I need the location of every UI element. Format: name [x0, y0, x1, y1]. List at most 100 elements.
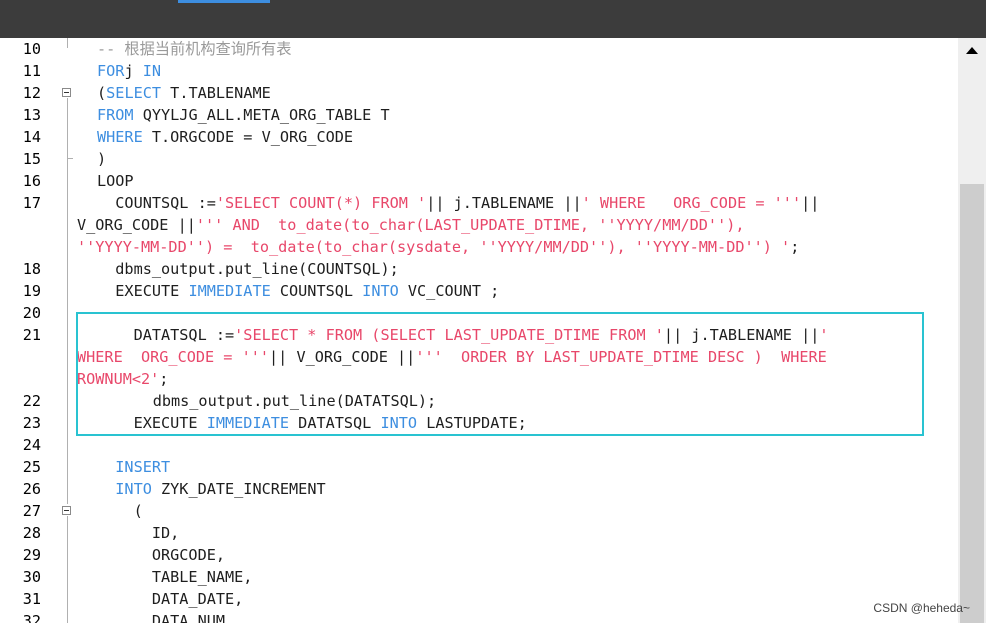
code-text: ORGCODE,: [97, 544, 225, 566]
code-line[interactable]: 17 COUNTSQL :='SELECT COUNT(*) FROM '|| …: [0, 192, 958, 214]
code-line[interactable]: 12 (SELECT T.TABLENAME: [0, 82, 958, 104]
code-line[interactable]: 11 FORj IN: [0, 60, 958, 82]
code-string: 'SELECT COUNT(*) FROM ': [215, 194, 427, 212]
code-line[interactable]: 13 FROM QYYLJG_ALL.META_ORG_TABLE T: [0, 104, 958, 126]
code-text: TABLE_NAME,: [97, 566, 253, 588]
code-text: -- 根据当前机构查询所有表: [97, 38, 292, 60]
code-line[interactable]: ''YYYY-MM-DD'') = to_date(to_char(sysdat…: [0, 236, 958, 258]
code-line[interactable]: 30 TABLE_NAME,: [0, 566, 958, 588]
code-text: INSERT: [97, 456, 170, 478]
code-token: ;: [790, 238, 800, 256]
line-number: 23: [22, 414, 41, 432]
line-number: 11: [22, 62, 41, 80]
code-text: ''YYYY-MM-DD'') = to_date(to_char(sysdat…: [77, 236, 799, 258]
code-text: ID,: [97, 522, 179, 544]
code-line[interactable]: 29 ORGCODE,: [0, 544, 958, 566]
code-token: COUNTSQL: [270, 282, 363, 300]
line-number: 16: [22, 172, 41, 190]
code-text: INTO ZYK_DATE_INCREMENT: [97, 478, 326, 500]
code-keyword: IMMEDIATE: [188, 282, 271, 300]
code-token: VC_COUNT ;: [398, 282, 500, 300]
code-keyword: IN: [142, 62, 162, 80]
code-token: ORGCODE,: [97, 546, 226, 564]
code-token: LOOP: [97, 172, 134, 190]
scrollbar-thumb[interactable]: [960, 184, 984, 623]
code-text: ): [97, 148, 106, 170]
code-string: ' WHERE ORG_CODE = ''': [581, 194, 802, 212]
code-line[interactable]: 14 WHERE T.ORGCODE = V_ORG_CODE: [0, 126, 958, 148]
line-number: 18: [22, 260, 41, 278]
code-line[interactable]: 26 INTO ZYK_DATE_INCREMENT: [0, 478, 958, 500]
line-number: 25: [22, 458, 41, 476]
line-number: 12: [22, 84, 41, 102]
line-number: 30: [22, 568, 41, 586]
code-keyword: SELECT: [106, 84, 162, 102]
code-keyword: FROM: [97, 106, 134, 124]
code-text: LOOP: [97, 170, 134, 192]
code-token: T.TABLENAME: [161, 84, 271, 102]
code-token: ID,: [97, 524, 180, 542]
code-string: ''' AND to_date(to_char(LAST_UPDATE_DTIM…: [195, 216, 745, 234]
code-line[interactable]: 18 dbms_output.put_line(COUNTSQL);: [0, 258, 958, 280]
code-token: EXECUTE: [97, 282, 189, 300]
code-comment: -- 根据当前机构查询所有表: [97, 40, 292, 58]
code-token: ||: [801, 194, 820, 212]
top-tab-bar: [0, 0, 986, 38]
active-tab-indicator[interactable]: [178, 0, 270, 3]
code-line[interactable]: 16 LOOP: [0, 170, 958, 192]
scroll-up-arrow-icon[interactable]: [966, 47, 978, 54]
line-number: 32: [22, 612, 41, 623]
code-text: FORj IN: [97, 60, 161, 82]
line-number: 22: [22, 392, 41, 410]
code-text: (SELECT T.TABLENAME: [97, 82, 271, 104]
code-line[interactable]: 10 -- 根据当前机构查询所有表: [0, 38, 958, 60]
line-number: 13: [22, 106, 41, 124]
code-text: COUNTSQL :='SELECT COUNT(*) FROM '|| j.T…: [97, 192, 819, 214]
line-number: 14: [22, 128, 41, 146]
line-number: 29: [22, 546, 41, 564]
code-line[interactable]: 32 DATA_NUM: [0, 610, 958, 623]
line-number: 17: [22, 194, 41, 212]
code-text: dbms_output.put_line(COUNTSQL);: [97, 258, 399, 280]
code-line[interactable]: 27 (: [0, 500, 958, 522]
line-number: 24: [22, 436, 41, 454]
code-keyword: INTO: [97, 480, 152, 498]
code-token: ZYK_DATE_INCREMENT: [151, 480, 326, 498]
code-line[interactable]: 19 EXECUTE IMMEDIATE COUNTSQL INTO VC_CO…: [0, 280, 958, 302]
code-line[interactable]: 25 INSERT: [0, 456, 958, 478]
code-token: || j.TABLENAME ||: [426, 194, 582, 212]
line-number: 19: [22, 282, 41, 300]
code-line[interactable]: V_ORG_CODE ||''' AND to_date(to_char(LAS…: [0, 214, 958, 236]
watermark: CSDN @heheda~: [873, 601, 970, 615]
line-number: 26: [22, 480, 41, 498]
code-text: DATA_NUM: [97, 610, 225, 623]
line-number: 10: [22, 40, 41, 58]
code-token: V_ORG_CODE ||: [77, 216, 196, 234]
code-text: WHERE T.ORGCODE = V_ORG_CODE: [97, 126, 353, 148]
code-text: FROM QYYLJG_ALL.META_ORG_TABLE T: [97, 104, 390, 126]
code-text: V_ORG_CODE ||''' AND to_date(to_char(LAS…: [77, 214, 745, 236]
code-line[interactable]: 28 ID,: [0, 522, 958, 544]
code-token: ): [97, 150, 107, 168]
code-token: COUNTSQL :=: [97, 194, 216, 212]
line-number: 27: [22, 502, 41, 520]
code-line[interactable]: 15): [0, 148, 958, 170]
code-line[interactable]: 31 DATA_DATE,: [0, 588, 958, 610]
code-line[interactable]: 24: [0, 434, 958, 456]
code-token: QYYLJG_ALL.META_ORG_TABLE T: [133, 106, 390, 124]
code-token: dbms_output.put_line(COUNTSQL);: [97, 260, 399, 278]
code-token: j: [124, 62, 143, 80]
code-text: EXECUTE IMMEDIATE COUNTSQL INTO VC_COUNT…: [97, 280, 499, 302]
vertical-scrollbar[interactable]: [958, 38, 986, 623]
code-keyword: INSERT: [97, 458, 171, 476]
code-token: DATA_NUM: [97, 612, 226, 623]
code-token: T.ORGCODE = V_ORG_CODE: [142, 128, 354, 146]
line-number: 20: [22, 304, 41, 322]
code-keyword: WHERE: [97, 128, 143, 146]
code-token: DATA_DATE,: [97, 590, 244, 608]
code-text: DATA_DATE,: [97, 588, 243, 610]
line-number: 31: [22, 590, 41, 608]
code-string: ''YYYY-MM-DD'') = to_date(to_char(sysdat…: [77, 238, 791, 256]
line-number: 21: [22, 326, 41, 344]
line-number: 28: [22, 524, 41, 542]
